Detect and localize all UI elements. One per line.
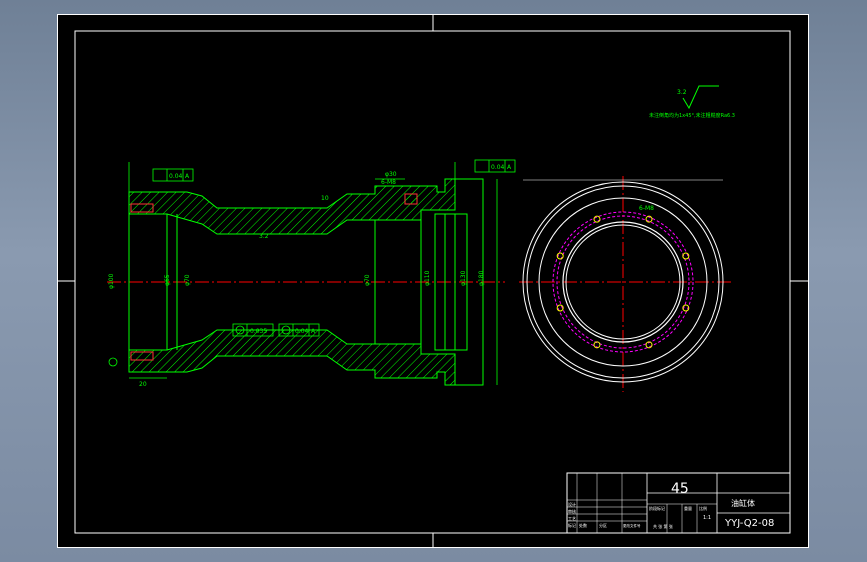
- tolerance-frame-top: 0.04 A: [152, 168, 194, 182]
- dim-left-len: 20: [139, 381, 147, 388]
- datum-label: A: [185, 173, 190, 180]
- stage-label: 阶段标记: [649, 505, 665, 511]
- rev-label-zone: 分区: [599, 522, 607, 528]
- rev-label-doc: 更改文件号: [623, 523, 641, 528]
- datum-label-right: A: [507, 164, 512, 171]
- dim-flange-dia: φ130: [460, 270, 467, 286]
- lower-wall-hatch: [128, 329, 456, 386]
- upper-wall-hatch: [128, 178, 456, 235]
- tol-a-label-mid: 0.04: [295, 328, 309, 335]
- dim-outer-dia: φ180: [478, 270, 485, 286]
- part-name: 油缸体: [731, 498, 755, 508]
- dim-right-dia: φ110: [424, 270, 431, 286]
- tech-note: 未注倒角均为1x45°,未注粗糙度Ra6.3: [649, 112, 735, 119]
- tol-a-label: 0.04: [169, 173, 183, 180]
- tolerance-frame-right: 0.04 A: [474, 159, 516, 173]
- roughness-value: 3.2: [677, 89, 687, 96]
- dim-left-dia: φ100: [108, 273, 115, 289]
- dim-groove: φ30: [385, 171, 397, 178]
- dim-wall: 10: [321, 195, 329, 202]
- rev-label-mark: 标记: [568, 522, 576, 528]
- dim-hole-spec: 6-M8: [381, 179, 396, 186]
- role-design: 设计: [568, 501, 576, 507]
- tol-a-label-right: 0.04: [491, 164, 505, 171]
- weight-label: 重量: [684, 505, 692, 511]
- dim-bore-dia: φ65: [164, 274, 171, 286]
- title-block: 45 油缸体 YYJ-Q2-08 1:1 设计 审核 工艺 阶段标记 重量 比例…: [566, 472, 791, 534]
- dim-mid-dia: φ70: [184, 274, 191, 286]
- tol-b-label: 0.035: [250, 328, 267, 335]
- section-view: 0.04 A 0.04 A 0.035 0.04 A φ100 φ65 φ70 …: [107, 159, 516, 388]
- drawing-sheet: 0.04 A 0.04 A 0.035 0.04 A φ100 φ65 φ70 …: [57, 14, 809, 548]
- datum-marker: [108, 357, 118, 367]
- roughness-icon: [682, 85, 719, 110]
- drawing-number: YYJ-Q2-08: [724, 518, 774, 529]
- sheet-label: 共 张 第 张: [653, 523, 673, 529]
- groove-top: [404, 193, 418, 205]
- rev-label-count: 处数: [579, 522, 587, 528]
- scale-value: 1:1: [703, 515, 711, 521]
- scale-label: 比例: [699, 505, 707, 511]
- material-label: 45: [671, 481, 689, 497]
- dim-slope: 3.2: [259, 233, 269, 240]
- role-process: 工艺: [568, 516, 576, 521]
- role-review: 审核: [568, 508, 576, 514]
- dim-inner-dia: φ70: [364, 274, 371, 286]
- end-hole-spec: 6-M8: [639, 205, 654, 212]
- cad-drawing: 0.04 A 0.04 A 0.035 0.04 A φ100 φ65 φ70 …: [57, 14, 809, 548]
- end-view: 6-M8: [519, 176, 733, 392]
- roughness-note: 3.2 未注倒角均为1x45°,未注粗糙度Ra6.3: [649, 85, 735, 119]
